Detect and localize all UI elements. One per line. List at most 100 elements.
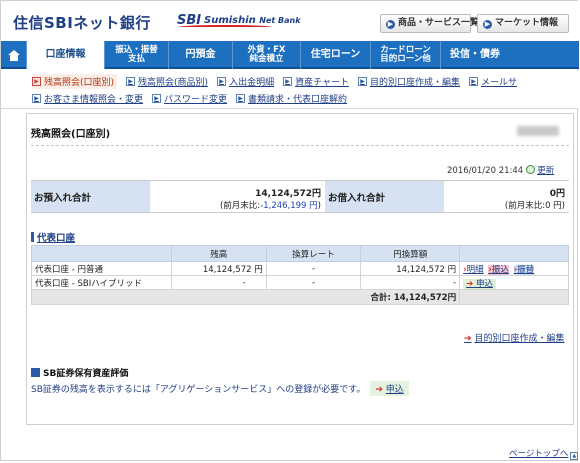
- subnav-label: パスワード変更: [164, 95, 228, 105]
- update-timestamp: 2016/01/20 21:44 更新: [447, 164, 554, 176]
- arrow-box-icon: ▶: [469, 77, 479, 86]
- arrow-right-icon: ➔: [466, 278, 474, 289]
- details-label: 明細: [466, 264, 484, 275]
- circle-arrow-icon: ▶: [386, 20, 395, 29]
- main-content: 残高照会(口座別) 2016/01/20 21:44 更新 お預入れ合計 14,1…: [26, 113, 574, 425]
- col-header-account: [31, 245, 172, 262]
- nav-yen-deposit[interactable]: 円預金: [169, 41, 233, 69]
- arrow-box-icon: ▶: [217, 77, 227, 86]
- nav-funds-bonds[interactable]: 投信・債券: [441, 41, 509, 69]
- site-header: 住信SBIネット銀行 SBI Sumishin Net Bank ▶ 商品・サービ…: [1, 1, 579, 41]
- up-arrow-icon: ▲: [570, 452, 579, 460]
- market-info-button[interactable]: ▶ マーケット情報: [477, 14, 569, 33]
- section-bar-icon: [31, 232, 34, 242]
- balance-summary: お預入れ合計 14,124,572円 (前月末比:-1,246,199 円) お…: [31, 180, 569, 213]
- subnav-asset-chart[interactable]: ▶ 資産チャート: [283, 74, 349, 89]
- subnav-transactions[interactable]: ▶ 入出金明細: [217, 74, 274, 89]
- sb-securities-notice: SB証券の残高を表示するには「アグリゲーションサービス」への登録が必要です。 ➔…: [31, 380, 567, 397]
- borrow-total-cell: 0円 (前月末比:0 円): [444, 181, 569, 212]
- account-name: 代表口座 - SBIハイブリッド: [31, 275, 172, 290]
- subnav-label: 残高照会(口座別): [44, 78, 115, 88]
- sub-nav-row-1: ▶ 残高照会(口座別) ▶ 残高照会(商品別) ▶ 入出金明細 ▶ 資産チャート ▶ 目的…: [32, 74, 526, 89]
- nav-home[interactable]: [1, 41, 27, 69]
- subnav-document-request[interactable]: ▶ 書類請求・代表口座解約: [236, 91, 347, 106]
- account-yen-value: -: [360, 275, 461, 290]
- home-icon: [7, 49, 20, 61]
- subnav-purpose-account[interactable]: ▶ 目的別口座作成・編集: [358, 74, 460, 89]
- sb-apply-link[interactable]: ➔ 申込: [370, 381, 409, 396]
- subnav-balance-by-account[interactable]: ▶ 残高照会(口座別): [32, 74, 118, 89]
- account-actions: ➔ 申込: [459, 275, 569, 290]
- arrow-box-icon: ▶: [358, 77, 367, 86]
- deposit-diff-value: -1,246,199 円: [260, 201, 318, 211]
- account-table: 残高 換算レート 円換算額 代表口座 - 円普通 14,124,572 円 - …: [30, 245, 569, 305]
- nav-forex[interactable]: 外貨・FX 純金積立: [233, 41, 301, 69]
- representative-account-heading[interactable]: 代表口座: [31, 230, 75, 244]
- sub-nav-row-2: ▶ お客さま情報照会・変更 ▶ パスワード変更 ▶ 書類請求・代表口座解約: [32, 91, 356, 106]
- browser-frame: 住信SBIネット銀行 SBI Sumishin Net Bank ▶ 商品・サービ…: [0, 0, 579, 461]
- subnav-balance-by-product[interactable]: ▶ 残高照会(商品別): [126, 74, 208, 89]
- representative-account-label: 代表口座: [37, 233, 76, 244]
- total-blank: [459, 289, 569, 305]
- logo-swoosh-icon: [179, 25, 271, 29]
- sub-nav: ▶ 残高照会(口座別) ▶ 残高照会(商品別) ▶ 入出金明細 ▶ 資産チャート ▶ 目的…: [1, 71, 579, 109]
- arrow-right-icon: ➔: [464, 334, 472, 344]
- netbank-text: Net Bank: [259, 16, 301, 25]
- subnav-password-change[interactable]: ▶ パスワード変更: [152, 91, 227, 106]
- timestamp-text: 2016/01/20 21:44: [447, 166, 524, 176]
- total-value: 合計: 14,124,572円: [30, 289, 461, 305]
- account-balance: 14,124,572 円: [170, 261, 267, 276]
- section-square-icon: [31, 368, 40, 377]
- subnav-mail-service[interactable]: ▶ メールサ: [469, 74, 517, 89]
- table-row: 代表口座 - 円普通 14,124,572 円 - 14,124,572 円 ›…: [31, 261, 569, 276]
- purpose-account-create-link[interactable]: ➔ 目的別口座作成・編集: [464, 331, 565, 344]
- nav-home-loan[interactable]: 住宅ローン: [301, 41, 371, 69]
- refresh-icon[interactable]: [526, 165, 536, 174]
- subnav-customer-info[interactable]: ▶ お客さま情報照会・変更: [32, 91, 143, 106]
- subnav-label: メールサ: [481, 78, 518, 88]
- arrow-box-icon: ▶: [32, 94, 41, 103]
- arrow-box-icon: ▶: [283, 77, 293, 86]
- account-rate: -: [265, 261, 362, 276]
- nav-account-info[interactable]: 口座情報: [27, 41, 105, 69]
- market-info-label: マーケット情報: [495, 18, 559, 28]
- arrow-right-icon: ➔: [375, 385, 383, 395]
- page-top-link[interactable]: ページトップへ ▲: [509, 447, 579, 460]
- hybrid-apply-link[interactable]: ➔ 申込: [463, 278, 496, 289]
- sb-securities-heading: SB証券保有資産評価: [31, 366, 128, 379]
- nav-forex-line2: 純金積立: [249, 54, 284, 64]
- nav-card-loan[interactable]: カードローン 目的ローン他: [371, 41, 441, 69]
- account-rate: -: [265, 275, 362, 290]
- subnav-label: 書類請求・代表口座解約: [248, 95, 348, 105]
- products-services-label: 商品・サービス一覧: [398, 18, 480, 28]
- nav-card-loan-line2: 目的ローン他: [380, 54, 431, 64]
- borrow-diff: (前月末比:0 円): [504, 201, 565, 211]
- products-services-button[interactable]: ▶ 商品・サービス一覧: [380, 14, 479, 33]
- account-yen-value: 14,124,572 円: [360, 261, 461, 276]
- bank-logo-text[interactable]: 住信SBIネット銀行: [13, 12, 151, 33]
- borrow-total-value: 0円: [549, 189, 565, 199]
- table-header-row: 残高 換算レート 円換算額: [31, 245, 569, 262]
- refresh-link[interactable]: 更新: [537, 166, 554, 176]
- hybrid-apply-label: 申込: [475, 278, 493, 289]
- deposit-diff: (前月末比:-1,246,199 円): [150, 199, 321, 211]
- subnav-label: 残高照会(商品別): [138, 78, 209, 88]
- col-header-yen: 円換算額: [360, 245, 461, 262]
- main-nav: 口座情報 振込・振替 支払 円預金 外貨・FX 純金積立 住宅ローン カードロー…: [1, 41, 579, 69]
- sb-apply-label: 申込: [385, 385, 404, 395]
- internal-transfer-link[interactable]: ›振替: [513, 264, 535, 275]
- circle-arrow-icon: ▶: [483, 20, 492, 29]
- subnav-label: お客さま情報照会・変更: [44, 95, 144, 105]
- masked-user-name: [517, 126, 559, 136]
- borrow-total-label: お借入れ合計: [325, 181, 444, 212]
- arrow-box-icon: ▶: [152, 94, 162, 103]
- transfer-link[interactable]: ›振込: [488, 264, 509, 275]
- deposit-diff-suffix: ): [317, 201, 321, 211]
- sb-securities-title: SB証券保有資産評価: [43, 369, 129, 379]
- details-link[interactable]: ›明細: [463, 265, 484, 275]
- nav-funds-bonds-label: 投信・債券: [450, 49, 500, 60]
- nav-transfer[interactable]: 振込・振替 支払: [105, 41, 169, 69]
- arrow-box-icon: ▶: [32, 77, 41, 86]
- table-row: 代表口座 - SBIハイブリッド - - - ➔ 申込: [31, 275, 569, 290]
- deposit-total-value: 14,124,572円: [255, 189, 321, 199]
